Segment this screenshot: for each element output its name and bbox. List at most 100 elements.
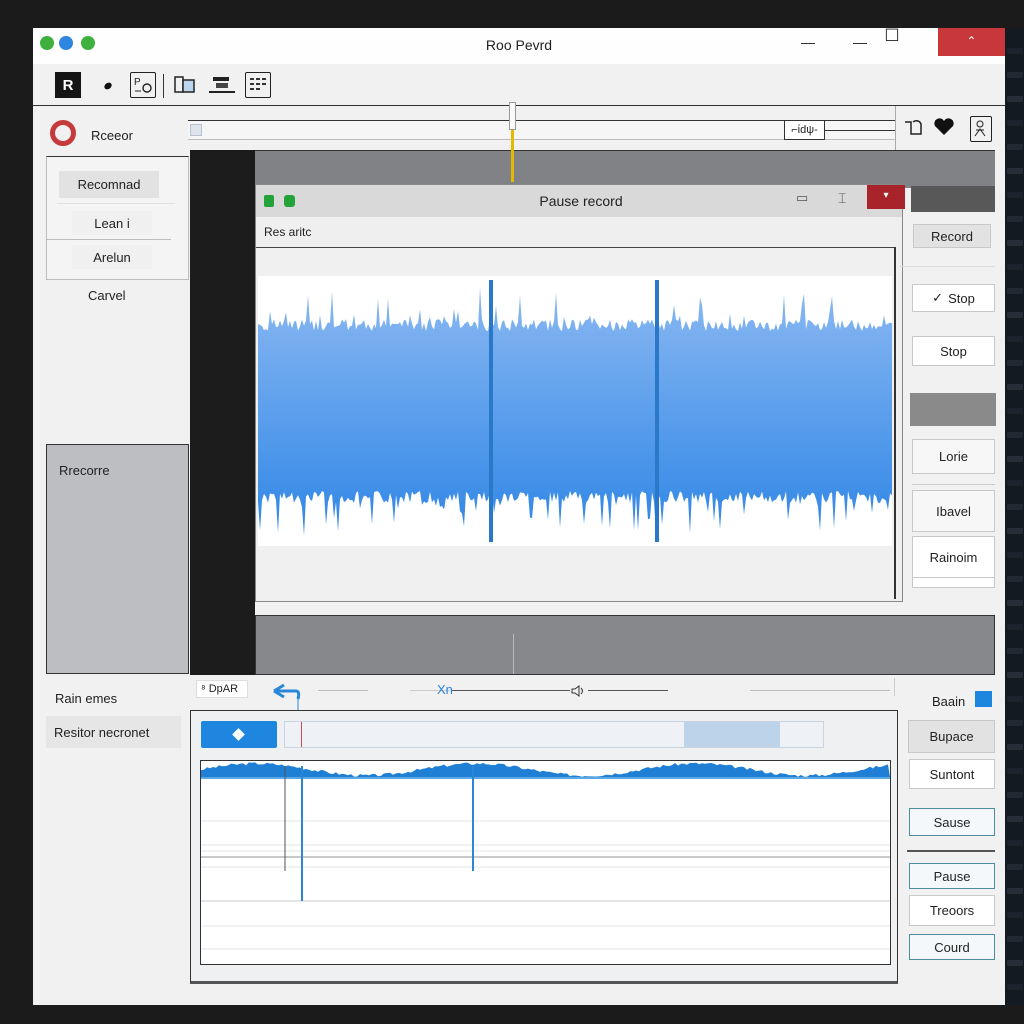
sause-button[interactable]: Sause xyxy=(909,808,995,836)
left-item-lean[interactable]: Lean i xyxy=(72,211,152,235)
close-button[interactable]: ⌃ xyxy=(938,28,1005,56)
divider xyxy=(912,484,995,485)
progress-bar[interactable] xyxy=(284,721,824,748)
left-item-recommend[interactable]: Recomnad xyxy=(59,171,159,198)
divider xyxy=(57,203,175,204)
devices-icon[interactable] xyxy=(172,72,198,98)
strip-text-line xyxy=(1007,480,1023,486)
diamond-icon xyxy=(232,728,245,741)
bupace-button[interactable]: Bupace xyxy=(908,720,995,753)
rainoim-button[interactable]: Rainoim xyxy=(912,536,995,578)
spectrum-view[interactable] xyxy=(200,760,891,965)
play-button[interactable] xyxy=(201,721,277,748)
camera-icon[interactable]: P xyxy=(130,72,156,98)
dialog-subtitle: Res aritc xyxy=(264,225,312,239)
strip-text-line xyxy=(1007,792,1023,798)
ruler-handle[interactable] xyxy=(190,124,202,136)
dialog-restore-button[interactable]: ▭ xyxy=(796,190,808,206)
strip-text-line xyxy=(1007,264,1023,270)
progress-remaining xyxy=(683,722,780,747)
preview-panel[interactable]: Rrecorre xyxy=(46,444,189,674)
heart-icon[interactable] xyxy=(932,116,956,138)
dialog-pin-button[interactable]: ⌶ xyxy=(838,190,846,207)
strip-text-line xyxy=(1007,768,1023,774)
mixer-icon[interactable] xyxy=(206,72,238,98)
timeline-readout: ⌐ἰdψ-ϑ=ⓟ xyxy=(784,120,825,140)
transport-field[interactable]: ⁸ DpAR xyxy=(196,680,248,698)
minimize-button[interactable]: — xyxy=(793,28,823,56)
record-icon[interactable] xyxy=(50,120,76,146)
divider xyxy=(907,850,995,852)
strip-text-line xyxy=(1007,360,1023,366)
strip-text-line xyxy=(1007,624,1023,630)
strip-text-line xyxy=(1007,192,1023,198)
stop-check-button[interactable]: ✓ Stop xyxy=(912,284,995,312)
marker-label: Xn xyxy=(437,682,453,697)
strip-text-line xyxy=(1007,840,1023,846)
strip-text-line xyxy=(1007,168,1023,174)
loop-icon[interactable] xyxy=(903,116,929,138)
strip-text-line xyxy=(1007,744,1023,750)
strip-text-line xyxy=(1007,72,1023,78)
left-item-arelun[interactable]: Arelun xyxy=(72,245,152,269)
strip-text-line xyxy=(1007,600,1023,606)
minimize-alt-button[interactable]: — xyxy=(845,28,875,56)
strip-text-line xyxy=(1007,120,1023,126)
strip-text-line xyxy=(1007,144,1023,150)
stop-button[interactable]: Stop xyxy=(912,336,995,366)
app-logo-icon[interactable]: R xyxy=(55,72,81,98)
strip-text-line xyxy=(1007,48,1023,54)
user-card-icon[interactable] xyxy=(970,116,992,142)
strip-text-line xyxy=(1007,384,1023,390)
color-swatch[interactable] xyxy=(975,691,992,707)
left-list-panel: Recomnad Lean i Arelun xyxy=(46,156,189,280)
strip-text-line xyxy=(1007,864,1023,870)
transport-row: ⁸ DpAR Xn xyxy=(190,678,895,713)
waveform-area[interactable] xyxy=(256,247,896,599)
record-button[interactable]: Record xyxy=(913,224,991,248)
strip-text-line xyxy=(1007,552,1023,558)
courd-button[interactable]: Courd xyxy=(909,934,995,960)
dialog-close-button[interactable]: ▾ xyxy=(867,185,905,209)
svg-text:P: P xyxy=(134,77,141,88)
track-lane-top[interactable] xyxy=(190,150,995,188)
grid-icon[interactable] xyxy=(245,72,271,98)
app-window: Roo Pevrd — — ☐ ⌃ R P Rceeor ⌐ἰdψ-ϑ=ⓟ xyxy=(33,26,1005,1005)
pause-button[interactable]: Pause xyxy=(909,863,995,889)
volume-slider[interactable] xyxy=(452,690,572,691)
stop-check-label: Stop xyxy=(948,290,975,306)
mini-waveform-shape xyxy=(201,762,890,777)
strip-text-line xyxy=(1007,696,1023,702)
strip-text-line xyxy=(1007,576,1023,582)
strip-text-line xyxy=(1007,312,1023,318)
speaker-icon[interactable] xyxy=(570,684,586,698)
strip-text-line xyxy=(1007,720,1023,726)
strip-text-line xyxy=(1007,288,1023,294)
strip-text-line xyxy=(1007,888,1023,894)
strip-text-line xyxy=(1007,936,1023,942)
divider xyxy=(750,690,890,691)
suntont-button[interactable]: Suntont xyxy=(909,759,995,789)
playhead-handle[interactable] xyxy=(509,102,516,130)
divider xyxy=(47,239,171,240)
divider xyxy=(899,266,995,267)
check-icon: ✓ xyxy=(932,290,944,305)
mini-waveform xyxy=(201,762,890,950)
strip-text-line xyxy=(1007,984,1023,990)
ibavel-button[interactable]: Ibavel xyxy=(912,490,995,532)
strip-text-line xyxy=(1007,528,1023,534)
back-arrow-icon[interactable] xyxy=(270,683,310,713)
lorie-button[interactable]: Lorie xyxy=(912,439,995,474)
divider xyxy=(588,690,668,691)
brush-icon[interactable] xyxy=(95,72,121,98)
track-header-dark xyxy=(190,150,255,675)
pause-record-dialog: Pause record ▭ ⌶ ▾ Res aritc xyxy=(255,184,905,602)
strip-text-line xyxy=(1007,456,1023,462)
track-lane-bottom[interactable] xyxy=(255,615,995,675)
dialog-title: Pause record xyxy=(539,193,623,209)
cancel-link[interactable]: Carvel xyxy=(88,288,126,303)
bottom-left-item-2-bg[interactable]: Resitor necronet xyxy=(46,716,181,748)
maximize-button[interactable]: ☐ xyxy=(879,22,905,50)
treoors-button[interactable]: Treoors xyxy=(909,895,995,926)
editor-panel xyxy=(190,710,898,984)
